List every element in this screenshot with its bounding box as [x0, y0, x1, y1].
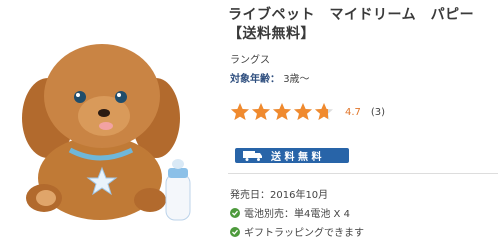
rating-stars: [230, 102, 335, 122]
check-icon: [230, 226, 240, 237]
star-icon: [231, 103, 249, 120]
feature-battery-text: 電池別売：単4電池 X 4: [244, 209, 350, 220]
product-image[interactable]: [0, 0, 222, 245]
rating[interactable]: 4.7 (3): [230, 100, 385, 124]
target-age: 対象年齢： 3歳〜: [230, 70, 310, 85]
product-title-line1: ライブペット マイドリーム パピー: [228, 7, 475, 23]
feature-battery: 電池別売：単4電池 X 4: [230, 205, 350, 220]
puppy-plush-icon: [22, 44, 191, 221]
target-age-value: 3歳〜: [283, 74, 310, 85]
review-count[interactable]: (3): [371, 107, 385, 118]
divider: [228, 173, 498, 174]
feature-gift-wrap: ギフトラッピングできます: [230, 224, 364, 239]
star-icon: [294, 103, 312, 120]
product-title[interactable]: ライブペット マイドリーム パピー 【送料無料】: [228, 6, 498, 44]
truck-icon: [243, 151, 262, 161]
star-icon: [252, 103, 270, 120]
product-title-line2: 【送料無料】: [228, 26, 315, 42]
free-shipping-label: 送 料 無 料: [271, 152, 322, 163]
brand-name[interactable]: ラングス: [230, 51, 270, 66]
star-icon: [273, 103, 291, 120]
check-icon: [230, 207, 240, 218]
feature-gift-wrap-text: ギフトラッピングできます: [244, 228, 364, 239]
release-date: 発売日：2016年10月: [230, 190, 329, 201]
star-icon: [315, 103, 333, 120]
target-age-label: 対象年齢：: [230, 74, 280, 85]
free-shipping-badge: 送 料 無 料: [235, 148, 349, 163]
rating-value: 4.7: [345, 106, 361, 118]
